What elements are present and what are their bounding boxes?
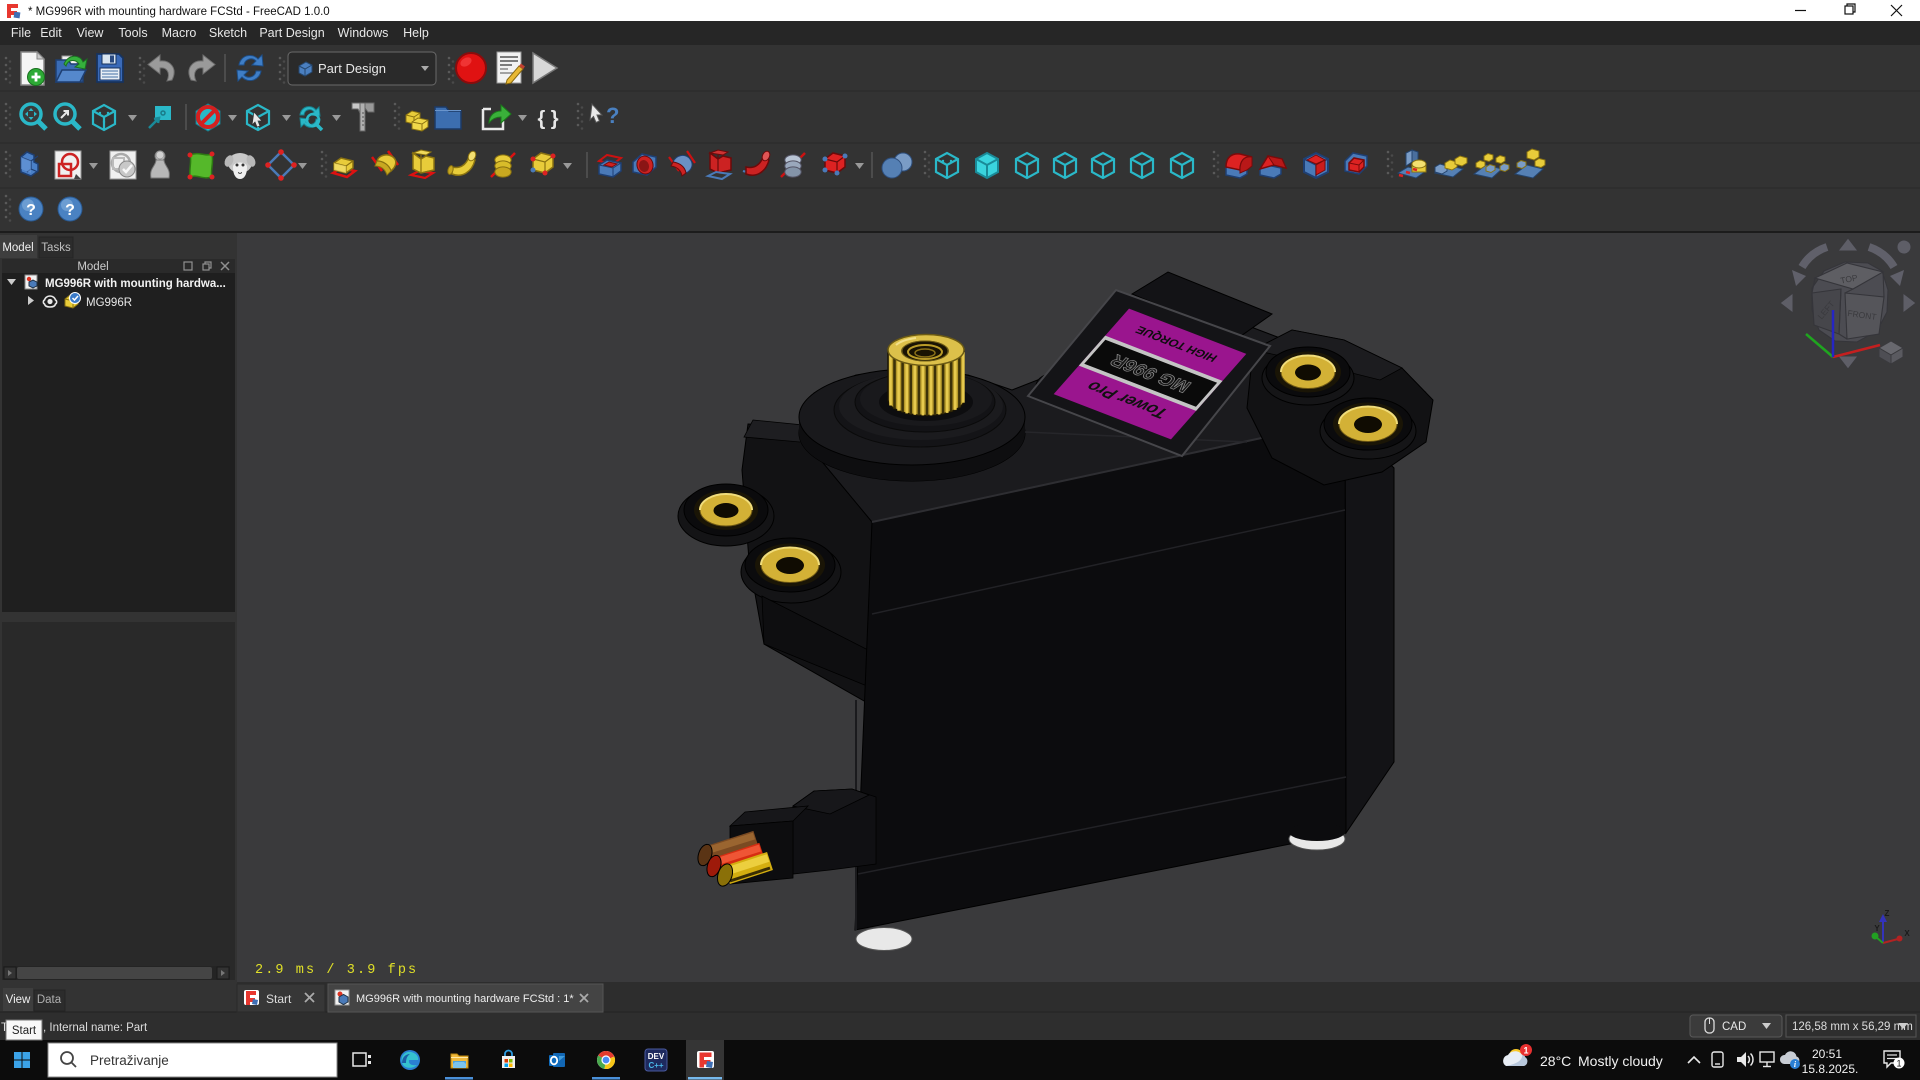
svg-text:File: File: [11, 26, 31, 40]
svg-text:Start: Start: [12, 1025, 37, 1037]
svg-text:View: View: [6, 994, 31, 1006]
svg-text:, Internal name: Part: , Internal name: Part: [43, 1022, 148, 1034]
svg-text:?: ?: [606, 103, 619, 128]
svg-text:Model: Model: [2, 242, 33, 254]
svg-text:2.9 ms / 3.9 fps: 2.9 ms / 3.9 fps: [255, 963, 418, 978]
svg-text:Sketch: Sketch: [209, 26, 247, 40]
svg-text:C++: C++: [648, 1061, 663, 1070]
svg-text:Tasks: Tasks: [41, 242, 71, 254]
svg-text:MG996R with mounting hardware: MG996R with mounting hardware FCStd : 1*: [356, 993, 574, 1005]
svg-text:20:51: 20:51: [1812, 1047, 1842, 1061]
svg-text:Pretraživanje: Pretraživanje: [90, 1053, 169, 1068]
svg-text:* MG996R with mounting hardwar: * MG996R with mounting hardware FCStd - …: [28, 6, 330, 18]
svg-text:126,58 mm x 56,29 mm: 126,58 mm x 56,29 mm: [1792, 1021, 1913, 1033]
svg-text:CAD: CAD: [1722, 1021, 1746, 1033]
svg-text:Macro: Macro: [162, 26, 197, 40]
svg-text:MG996R: MG996R: [86, 297, 132, 309]
svg-text:Z: Z: [1885, 909, 1890, 918]
svg-text:15.8.2025.: 15.8.2025.: [1802, 1062, 1859, 1076]
svg-text:?: ?: [26, 202, 36, 219]
svg-text:Tools: Tools: [118, 26, 147, 40]
svg-text:1: 1: [1523, 1046, 1528, 1056]
svg-text:Data: Data: [37, 994, 62, 1006]
svg-text:Model: Model: [77, 261, 108, 273]
svg-text:1: 1: [1896, 1059, 1901, 1069]
svg-text:View: View: [77, 26, 105, 40]
svg-text:MG996R with mounting hardwa...: MG996R with mounting hardwa...: [45, 278, 226, 290]
svg-text:{ }: { }: [537, 108, 558, 130]
svg-text:Help: Help: [403, 26, 429, 40]
svg-text:Part Design: Part Design: [318, 61, 386, 76]
svg-text:28°C: 28°C: [1540, 1053, 1571, 1069]
svg-text:Edit: Edit: [40, 26, 62, 40]
svg-text:X: X: [1904, 929, 1910, 938]
svg-text:Windows: Windows: [338, 26, 389, 40]
svg-text:DEV: DEV: [648, 1052, 665, 1061]
svg-text:?: ?: [65, 202, 75, 219]
svg-text:Part Design: Part Design: [259, 26, 324, 40]
svg-text:Mostly cloudy: Mostly cloudy: [1578, 1053, 1663, 1069]
svg-text:Start: Start: [266, 992, 292, 1006]
svg-text:Y: Y: [1874, 924, 1880, 933]
